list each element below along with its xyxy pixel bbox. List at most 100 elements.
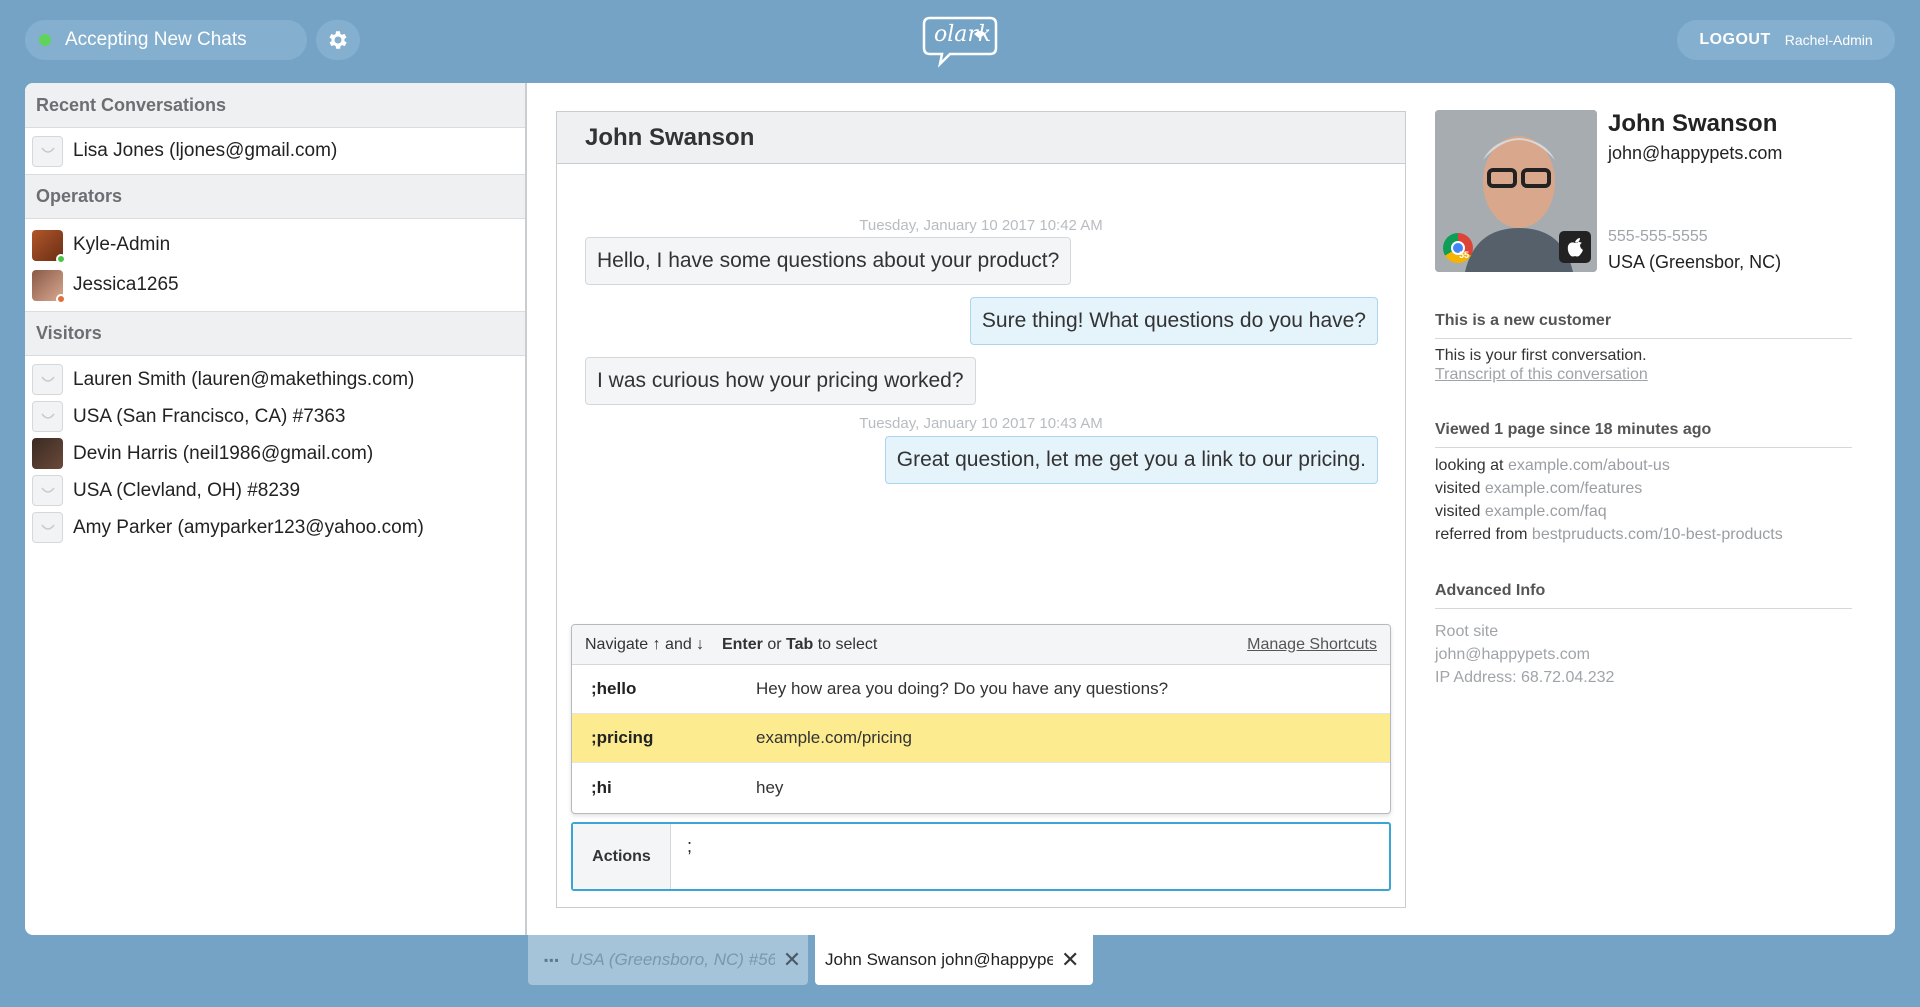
tab-label: USA (Greensboro, NC) #5603 [569,950,775,969]
shortcut-key: ;hello [591,679,637,698]
or-text: or [767,635,782,653]
chat-window: John Swanson Tuesday, January 10 2017 10… [556,111,1406,908]
page-history-url[interactable]: bestpruducts.com/10-best-products [1532,526,1783,543]
root-site-label: Root site [1435,623,1499,640]
list-item-label: Lauren Smith (lauren@makethings.com) [73,368,415,390]
page-history-item: visited example.com/features [1435,480,1642,498]
shortcut-key: ;pricing [591,728,654,747]
shortcut-value: hey [756,777,784,797]
navigate-hint: Navigate ↑ and ↓ [585,635,705,653]
shortcut-option[interactable]: ;hello Hey how area you doing? Do you ha… [572,665,1390,714]
select-hint: to select [817,635,878,653]
chat-title: John Swanson [557,112,1405,164]
visitor-avatar-icon [32,135,63,167]
logo-text: olark [934,22,992,47]
logout-button[interactable]: LOGOUT [1699,31,1770,49]
visitor-message: Hello, I have some questions about your … [585,237,1072,285]
operator-avatar [32,229,66,264]
visitor-avatar-icon [32,364,63,395]
browser-version-badge: 55 [1459,250,1470,260]
message-composer: Actions [571,822,1391,891]
visitor-location: USA (Greensbor, NC) [1608,252,1782,272]
shortcuts-hint-bar: Navigate ↑ and ↓ Enter or Tab to select … [572,625,1390,665]
list-item-label: Amy Parker (amyparker123@yahoo.com) [73,516,424,538]
visitor-item[interactable]: USA (San Francisco, CA) #7363 [25,398,525,435]
message-timestamp: Tuesday, January 10 2017 10:43 AM [859,415,1103,432]
operator-message: Great question, let me get you a link to… [884,436,1378,484]
operator-item[interactable]: Jessica1265 [25,265,525,305]
gear-icon [329,31,347,49]
olark-logo: olark [920,14,1000,70]
page-history-prefix: looking at [1435,457,1504,474]
visitor-name: John Swanson [1608,110,1778,137]
list-item-label: Kyle-Admin [73,234,171,255]
tab-key-label: Tab [786,635,814,653]
transcript-link-wrap: Transcript of this conversation [1435,366,1648,384]
page-history-item: looking at example.com/about-us [1435,457,1670,475]
account-area: LOGOUT Rachel-Admin [1677,20,1895,60]
operator-item[interactable]: Kyle-Admin [25,225,525,265]
manage-shortcuts-link[interactable]: Manage Shortcuts [1247,636,1377,654]
current-user-name: Rachel-Admin [1784,32,1873,48]
recent-conversation-item[interactable]: Lisa Jones (ljones@gmail.com) [25,128,525,174]
list-item-label: Jessica1265 [73,274,179,295]
actions-button[interactable]: Actions [573,824,671,889]
visitor-avatar-icon [32,475,63,506]
enter-key-label: Enter [721,635,763,653]
list-item-label: Devin Harris (neil1986@gmail.com) [73,442,374,464]
transcript-link[interactable]: Transcript of this conversation [1435,366,1648,383]
page-history-prefix: referred from [1435,526,1528,543]
first-conversation-text: This is your first conversation. [1435,347,1647,364]
visitor-item[interactable]: Devin Harris (neil1986@gmail.com) [25,435,525,472]
visitor-photo: 55 [1435,110,1597,272]
list-item-label: Lisa Jones (ljones@gmail.com) [73,140,338,161]
recent-conversations-header: Recent Conversations [25,83,525,128]
conversation-sidebar: Recent Conversations Lisa Jones (ljones@… [25,83,527,935]
close-icon[interactable]: ✕ [783,947,801,973]
visitors-header: Visitors [25,311,525,356]
shortcuts-dropdown: Navigate ↑ and ↓ Enter or Tab to select … [571,624,1391,814]
page-history-item: referred from bestpruducts.com/10-best-p… [1435,526,1783,544]
visitor-phone: 555-555-5555 [1608,228,1708,245]
list-item-label: USA (Clevland, OH) #8239 [73,479,301,501]
page-history-prefix: visited [1435,503,1481,520]
shortcut-key: ;hi [591,777,612,797]
list-item-label: USA (San Francisco, CA) #7363 [73,405,346,427]
visitor-avatar-icon [32,512,63,543]
visitor-avatar-icon [32,401,63,432]
tab-label: John Swanson john@happypets.com [825,950,1053,969]
shortcut-option-selected[interactable]: ;pricing example.com/pricing [572,714,1390,763]
chat-tab[interactable]: ▪▪▪ USA (Greensboro, NC) #5603 ✕ [528,935,808,985]
root-site-email: john@happypets.com [1435,646,1590,663]
visitor-item[interactable]: Amy Parker (amyparker123@yahoo.com) [25,509,525,546]
apple-icon [1559,231,1591,263]
typing-indicator-icon: ▪▪▪ [544,953,560,967]
visitor-avatar [32,438,63,469]
operator-message: Sure thing! What questions do you have? [969,297,1378,345]
settings-button[interactable] [316,20,360,60]
presence-indicator [56,293,66,304]
presence-indicator [56,253,66,264]
visitor-message: I was curious how your pricing worked? [585,357,976,405]
ip-address: IP Address: 68.72.04.232 [1435,669,1615,686]
visitor-info-panel: 55 John Swanson john@happypets.com 555-5… [1434,83,1874,935]
visitor-item[interactable]: USA (Clevland, OH) #8239 [25,472,525,509]
shortcut-value: Hey how area you doing? Do you have any … [756,679,1169,698]
advanced-info-heading: Advanced Info [1435,582,1852,609]
chat-tab-active[interactable]: John Swanson john@happypets.com ✕ [815,935,1093,985]
page-history-url[interactable]: example.com/about-us [1508,457,1670,474]
close-icon[interactable]: ✕ [1061,947,1079,973]
operators-header: Operators [25,174,525,219]
visitor-email: john@happypets.com [1608,143,1783,163]
page-history-url[interactable]: example.com/features [1485,480,1642,497]
visitor-item[interactable]: Lauren Smith (lauren@makethings.com) [25,361,525,398]
page-history-url[interactable]: example.com/faq [1485,503,1607,520]
page-history-item: visited example.com/faq [1435,503,1607,521]
shortcut-value: example.com/pricing [756,728,912,747]
page-history-prefix: visited [1435,480,1481,497]
message-input[interactable] [671,824,1389,889]
status-label: Accepting New Chats [65,29,247,50]
accepting-chats-toggle[interactable]: Accepting New Chats [25,20,307,60]
shortcut-option[interactable]: ;hi hey [572,763,1390,812]
new-customer-heading: This is a new customer [1435,312,1852,339]
